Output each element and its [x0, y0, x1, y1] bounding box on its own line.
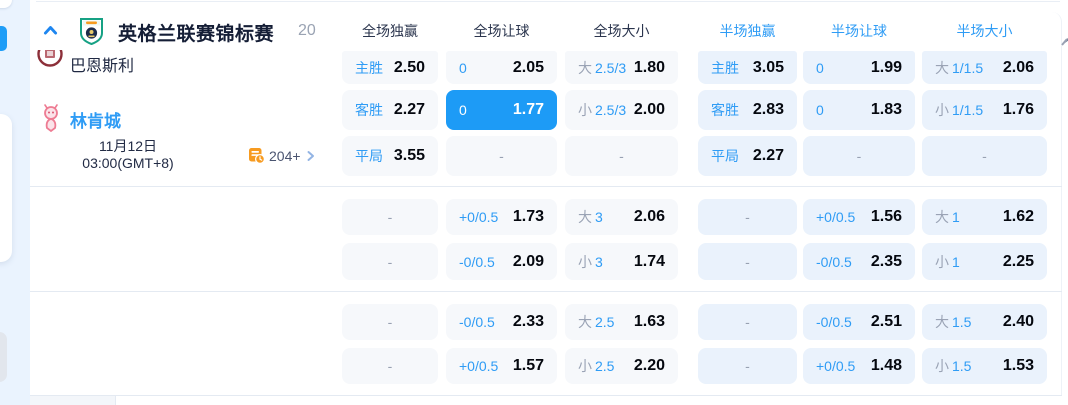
odds-cell[interactable]: 大 1/1.5 2.06 — [922, 51, 1047, 84]
odds-cell[interactable]: -0/0.5 2.35 — [803, 243, 915, 280]
side-widget-button[interactable] — [0, 26, 7, 51]
odds-cell[interactable]: 0 1.99 — [803, 51, 915, 84]
odds-cell-selected[interactable]: 0 1.77 — [446, 90, 557, 130]
odds-cell-empty: - — [922, 136, 1047, 176]
odds-cell[interactable]: 客胜 2.83 — [698, 90, 797, 130]
next-section-divider — [115, 396, 116, 405]
odds-cell-empty: - — [342, 243, 438, 280]
odds-cell[interactable]: 平局 3.55 — [342, 136, 438, 176]
odds-cell[interactable]: 小 1/1.5 1.76 — [922, 90, 1047, 130]
odds-cell[interactable]: -0/0.5 2.33 — [446, 304, 557, 340]
odds-cell[interactable]: 小 1.5 1.53 — [922, 348, 1047, 384]
odds-row: - +0/0.5 1.73 大 3 2.06- +0/0.5 1.56 大 1 1.62 — [30, 199, 1047, 235]
collapse-chevron-up-icon[interactable] — [42, 22, 59, 39]
odds-cell[interactable]: 大 2.5 1.63 — [565, 304, 678, 340]
section-divider — [36, 1, 1060, 2]
odds-cell[interactable]: 0 2.05 — [446, 51, 557, 84]
odds-cell[interactable]: -0/0.5 2.09 — [446, 243, 557, 280]
odds-cell[interactable]: 平局 2.27 — [698, 136, 797, 176]
odds-cell-empty: - — [698, 199, 797, 235]
odds-cell-empty: - — [446, 136, 557, 176]
odds-row: - +0/0.5 1.57 小 2.5 2.20- +0/0.5 1.48 小 1.5 1.53 — [30, 348, 1047, 384]
next-section-label-column — [30, 396, 115, 405]
odds-cell-empty: - — [698, 304, 797, 340]
row-divider — [30, 186, 1062, 187]
odds-cell-empty: - — [565, 136, 678, 176]
odds-cell[interactable]: 小 3 1.74 — [565, 243, 678, 280]
column-header-3: 全场大小 — [593, 23, 650, 39]
odds-cell-empty: - — [342, 199, 438, 235]
league-header-left: 英格兰联赛锦标赛 20 — [30, 12, 342, 50]
background-card-edge — [0, 114, 12, 262]
odds-cell[interactable]: 主胜 2.50 — [342, 51, 438, 84]
odds-cell[interactable]: +0/0.5 1.48 — [803, 348, 915, 384]
row-divider — [30, 291, 1062, 292]
odds-row: 客胜 2.27 0 1.77 小 2.5/3 2.00 客胜 2.83 0 1.83 小 1/1.5 1.… — [30, 90, 1047, 130]
odds-cell[interactable]: 大 1.5 2.40 — [922, 304, 1047, 340]
odds-cell-empty: - — [803, 136, 915, 176]
column-header-5: 半场让球 — [831, 23, 887, 39]
odds-row: - -0/0.5 2.33 大 2.5 1.63- -0/0.5 2.51 大 1.5 2.40 — [30, 304, 1047, 340]
odds-cell[interactable]: 大 1 1.62 — [922, 199, 1047, 235]
odds-cell[interactable]: 大 2.5/3 1.80 — [565, 51, 678, 84]
odds-cell-empty: - — [342, 304, 438, 340]
odds-row: 平局 3.55- - 平局 2.27- - — [30, 136, 1047, 176]
next-section-edge — [30, 396, 1062, 405]
odds-row: - -0/0.5 2.09 小 3 1.74- -0/0.5 2.35 小 1 2.25 — [30, 243, 1047, 280]
odds-cell[interactable]: -0/0.5 2.51 — [803, 304, 915, 340]
odds-cell-empty: - — [698, 348, 797, 384]
league-panel: 英格兰联赛锦标赛 20 全场独赢 全场让球 全场大小 半场独赢 半场让球 半场大小 巴恩斯… — [30, 12, 1062, 405]
odds-row: 主胜 2.50 0 2.05 大 2.5/3 1.80 主胜 3.05 0 1.99 大 1/1.5 2.… — [30, 51, 1047, 84]
odds-cell[interactable]: 大 3 2.06 — [565, 199, 678, 235]
league-header-row: 英格兰联赛锦标赛 20 全场独赢 全场让球 全场大小 半场独赢 半场让球 半场大小 — [30, 12, 1047, 50]
odds-cell[interactable]: 主胜 3.05 — [698, 51, 797, 84]
odds-cell[interactable]: 小 2.5 2.20 — [565, 348, 678, 384]
odds-cell[interactable]: 0 1.83 — [803, 90, 915, 130]
column-header-2: 全场让球 — [473, 23, 530, 39]
odds-cell[interactable]: +0/0.5 1.56 — [803, 199, 915, 235]
odds-cell[interactable]: +0/0.5 1.57 — [446, 348, 557, 384]
background-card-edge — [0, 0, 12, 8]
odds-cell[interactable]: +0/0.5 1.73 — [446, 199, 557, 235]
background-card-edge — [0, 332, 7, 382]
column-header-4: 半场独赢 — [719, 23, 776, 39]
odds-cell[interactable]: 客胜 2.27 — [342, 90, 438, 130]
pin-cursor-icon[interactable] — [1060, 30, 1068, 47]
odds-cell-empty: - — [698, 243, 797, 280]
odds-cell[interactable]: 小 1 2.25 — [922, 243, 1047, 280]
league-logo-icon — [80, 18, 103, 45]
league-name[interactable]: 英格兰联赛锦标赛 — [118, 19, 274, 46]
league-match-count: 20 — [298, 22, 316, 39]
column-header-6: 半场大小 — [956, 23, 1013, 39]
odds-cell[interactable]: 小 2.5/3 2.00 — [565, 90, 678, 130]
odds-cell-empty: - — [342, 348, 438, 384]
column-header-1: 全场独赢 — [362, 23, 418, 39]
page-left-gutter — [0, 0, 30, 405]
